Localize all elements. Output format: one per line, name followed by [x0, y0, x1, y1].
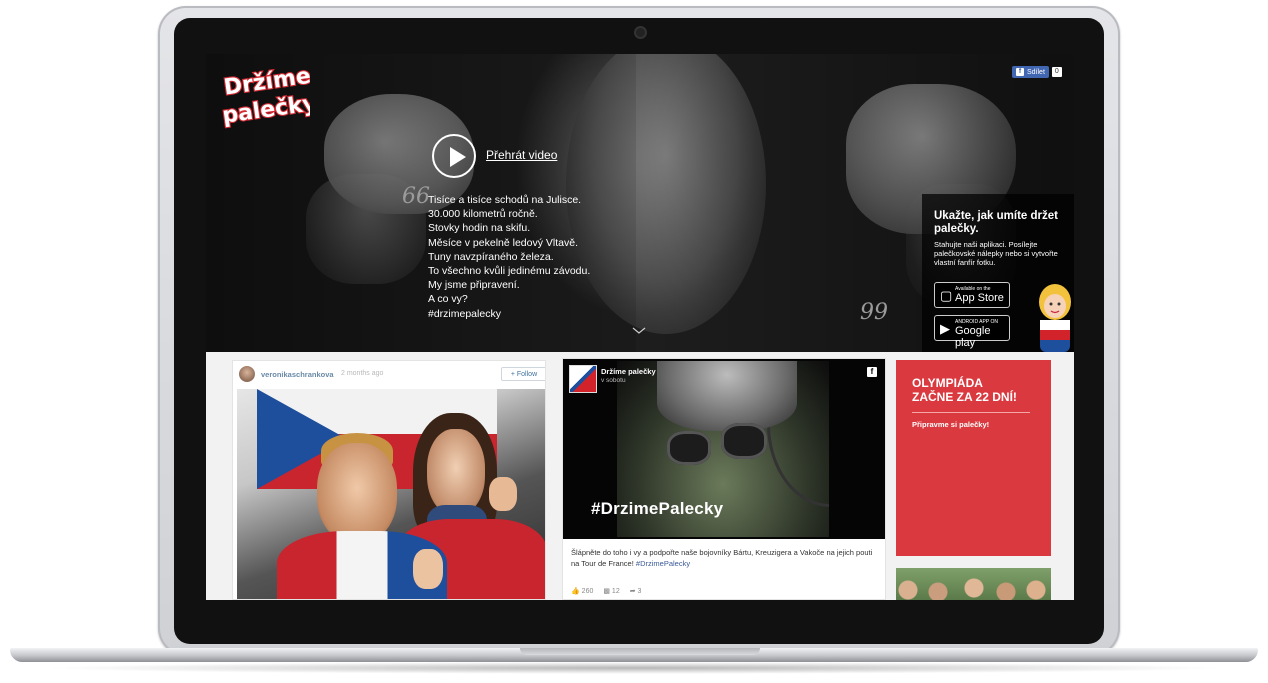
app-store-button[interactable]: ▢ Available on the App Store	[934, 282, 1010, 308]
facebook-post-card[interactable]: #DrzimePalecky Držíme palečky v sobotu f…	[562, 358, 886, 600]
apple-icon: ▢	[940, 288, 953, 303]
photo-thumb-up	[489, 477, 517, 511]
instagram-photo[interactable]	[237, 389, 545, 599]
group-photo-people	[896, 576, 1051, 600]
hashtag-overlay: #DrzimePalecky	[591, 499, 724, 518]
share-count: 0	[1051, 67, 1062, 77]
olympics-countdown-card[interactable]: OLYMPIÁDA ZAČNE ZA 22 DNÍ! Připravme si …	[896, 360, 1051, 556]
manifesto-line: 30.000 kilometrů ročně.	[428, 208, 538, 221]
photo-thumb-up-2	[413, 549, 443, 589]
follow-button[interactable]: + Follow	[501, 367, 545, 381]
countdown-title: OLYMPIÁDA ZAČNE ZA 22 DNÍ!	[912, 376, 1017, 404]
google-play-button[interactable]: ▶ ANDROID APP ON Google play	[934, 315, 1010, 349]
likes-value: 260	[581, 588, 594, 595]
facebook-icon: f	[1016, 68, 1024, 76]
comments-count[interactable]: ▩ 12	[603, 587, 619, 595]
shares-count[interactable]: ➦ 3	[630, 587, 642, 595]
photo-glove-left	[667, 431, 711, 465]
google-play-icon: ▶	[940, 321, 950, 336]
manifesto-line: My jsme připravení.	[428, 279, 520, 292]
manifesto-line: Tuny navzpíraného železa.	[428, 250, 554, 263]
manifesto-line: Tisíce a tisíce schodů na Julisce.	[428, 194, 582, 206]
divider	[912, 412, 1030, 413]
facebook-page-avatar[interactable]	[569, 365, 597, 393]
quote-open-icon: 66	[402, 184, 430, 209]
countdown-title-line1: OLYMPIÁDA	[912, 376, 983, 390]
facebook-post-stats: 👍 260 ▩ 12 ➦ 3	[571, 587, 641, 595]
photo-rider	[657, 361, 797, 431]
manifesto-line: Stovky hodin na skifu.	[428, 222, 531, 235]
manifesto-line: To všechno kvůli jedinému závodu.	[428, 265, 591, 278]
google-play-big: Google play	[955, 325, 991, 349]
manifesto-text: Tisíce a tisíce schodů na Julisce. 30.00…	[428, 193, 590, 321]
share-label: Sdílet	[1027, 68, 1045, 76]
manifesto-line: A co vy?	[428, 293, 468, 306]
app-store-big: App Store	[955, 292, 1004, 304]
avatar[interactable]	[239, 366, 255, 382]
countdown-subtitle: Připravme si palečky!	[912, 420, 990, 429]
comments-value: 12	[611, 588, 620, 595]
countdown-title-line2: ZAČNE ZA 22 DNÍ!	[912, 390, 1017, 404]
facebook-icon[interactable]: f	[867, 367, 877, 377]
quote-close-icon: 99	[860, 300, 888, 325]
play-video-link[interactable]: Přehrát video	[486, 148, 557, 162]
laptop-notch	[520, 648, 760, 655]
scroll-down-chevron-icon[interactable]	[632, 324, 646, 338]
promo-title: Ukažte, jak umíte držet palečky.	[934, 210, 1058, 235]
browser-viewport: Držíme palečky f Sdílet 0 Přehrát video …	[206, 54, 1074, 600]
post-time-ago: 2 months ago	[341, 370, 384, 377]
play-video-icon[interactable]	[432, 134, 476, 178]
promo-text: Stahujte naši aplikaci. Posílejte palečk…	[934, 240, 1058, 267]
group-photo-card[interactable]	[896, 568, 1051, 600]
laptop-shadow	[40, 662, 1228, 674]
facebook-post-body: Šlápněte do toho i vy a podpořte naše bo…	[571, 548, 873, 568]
mascot-girl-illustration	[1039, 284, 1071, 352]
photo-glove-right	[721, 423, 767, 459]
likes-count[interactable]: 👍 260	[571, 587, 593, 595]
webcam	[636, 28, 645, 37]
facebook-post-date: v sobotu	[601, 377, 626, 384]
facebook-page-name[interactable]: Držíme palečky	[601, 367, 656, 376]
facebook-post-text: Šlápněte do toho i vy a podpořte naše bo…	[571, 547, 881, 569]
manifesto-hashtag[interactable]: #drzimepalecky	[428, 307, 590, 321]
instagram-post-header: veronikaschrankova 2 months ago + Follow	[233, 361, 545, 387]
photo-man-face	[317, 443, 397, 543]
manifesto-line: Měsíce v pekelně ledový Vltavě.	[428, 236, 578, 249]
photo-woman-face	[427, 429, 485, 515]
drzime-palecky-logo[interactable]: Držíme palečky	[218, 60, 310, 130]
hero-banner: Držíme palečky f Sdílet 0 Přehrát video …	[206, 54, 1074, 352]
shares-value: 3	[637, 588, 642, 595]
instagram-post-card[interactable]: veronikaschrankova 2 months ago + Follow	[232, 360, 546, 600]
facebook-share-button[interactable]: f Sdílet	[1012, 66, 1049, 78]
instagram-username[interactable]: veronikaschrankova	[261, 370, 334, 379]
facebook-share-widget[interactable]: f Sdílet 0	[1012, 66, 1062, 78]
facebook-post-hashtag[interactable]: #DrzimePalecky	[636, 559, 690, 568]
